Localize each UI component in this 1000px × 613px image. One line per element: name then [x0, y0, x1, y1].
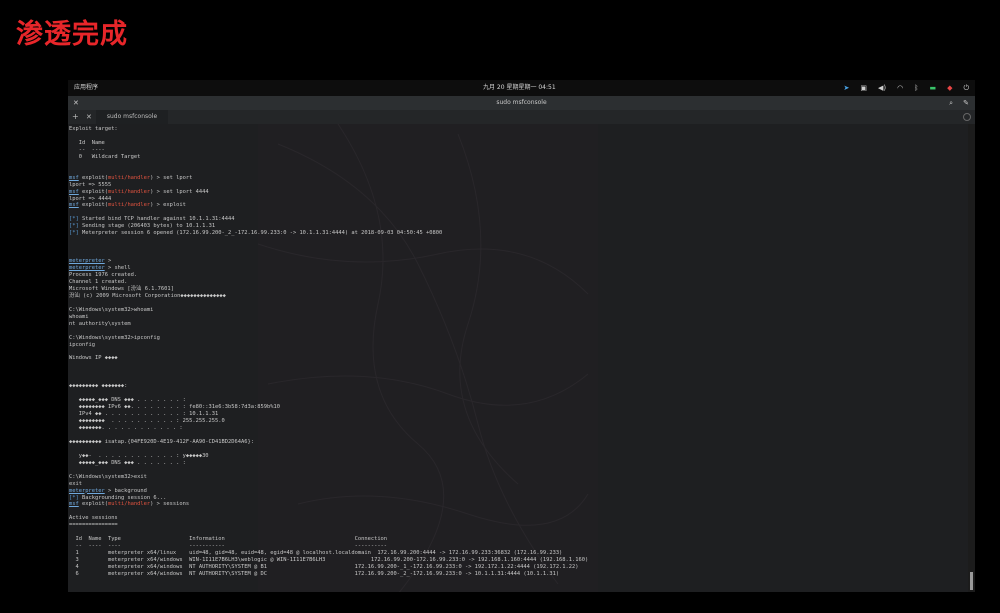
- wifi-icon[interactable]: ◠: [897, 80, 903, 96]
- line: ◆◆◆◆◆◆◆◆ IPv6 ◆◆. . . . . . . . : fe80::…: [69, 404, 280, 411]
- terminal-scrollbar[interactable]: [968, 124, 975, 592]
- line: Channel 1 created.: [69, 278, 128, 285]
- prompt-text: exploit(: [78, 174, 108, 181]
- system-top-bar: 应用程序 九月 20 星期星期一 04:51 ➤ ▣ ◀) ◠ ᛒ ▬ ◆ ⏻: [68, 80, 975, 96]
- module-name: multi/handler: [107, 188, 151, 195]
- line: ◆◆◆◆◆◆◆◆◆ ◆◆◆◆◆◆◆:: [69, 383, 128, 390]
- line: 0 Wildcard Target: [69, 153, 141, 160]
- search-icon[interactable]: ⌕: [949, 96, 953, 110]
- module-name: multi/handler: [107, 174, 151, 181]
- power-icon[interactable]: ⏻: [963, 80, 969, 96]
- prompt-text: exploit(: [78, 188, 108, 195]
- line: 汾汕 (c) 2009 Microsoft Corporation◆◆◆◆◆◆◆…: [69, 292, 226, 299]
- line: Backgrounding session 6...: [78, 494, 167, 501]
- line: Windows IP ◆◆◆◆: [69, 355, 118, 362]
- window-title: sudo msfconsole: [496, 99, 547, 106]
- line: y◆◆- . . . . . . . . . . . . : y◆◆◆◆◆30: [69, 452, 209, 459]
- line: nt authority\system: [69, 320, 131, 327]
- volume-icon[interactable]: ◀): [878, 80, 886, 96]
- line: Process 1976 created.: [69, 272, 138, 279]
- meterpreter-prompt: meterpreter: [69, 258, 105, 265]
- line: ◆◆◆◆◆_◆◆◆ DNS ◆◆◆ . . . . . . . :: [69, 459, 186, 466]
- table-row: 1 meterpreter x64/linux uid=48, gid=48, …: [69, 550, 563, 557]
- module-name: multi/handler: [107, 202, 151, 209]
- line: exit: [69, 480, 82, 487]
- line: ◆◆◆◆◆◆◆◆ . . . . . . . . . . : 255.255.2…: [69, 418, 225, 425]
- msfconsole-output: Exploit target: Id Name -- ---- 0 Wildca…: [68, 124, 968, 592]
- table-row: 6 meterpreter x64/windows NT AUTHORITY\S…: [69, 571, 560, 577]
- sessions-table-header: Id Name Type Information Connection: [69, 536, 388, 543]
- command: > set lport: [153, 174, 193, 181]
- status-marker: [*]: [69, 230, 79, 237]
- tab-msfconsole[interactable]: sudo msfconsole: [96, 110, 168, 124]
- line: Sending stage (206403 bytes) to 10.1.1.3…: [78, 223, 216, 230]
- sessions-heading: Active sessions: [69, 515, 118, 522]
- line: lport => 4444: [69, 195, 112, 202]
- meterpreter-prompt: meterpreter: [69, 265, 105, 272]
- command: > background: [104, 487, 147, 494]
- status-marker: [*]: [69, 223, 79, 230]
- line: C:\Windows\system32>whoami: [69, 306, 154, 313]
- notification-icon[interactable]: ◆: [947, 80, 952, 96]
- desktop-screenshot: 应用程序 九月 20 星期星期一 04:51 ➤ ▣ ◀) ◠ ᛒ ▬ ◆ ⏻ …: [68, 80, 975, 592]
- telegram-icon[interactable]: ➤: [844, 80, 850, 96]
- line: Exploit target:: [69, 126, 118, 132]
- line: ◆◆◆◆◆◆◆◆◆◆ isatap.{04FE920D-4E19-412F-AA…: [69, 438, 254, 445]
- line: ipconfig: [69, 341, 95, 348]
- command: > exploit: [153, 202, 186, 209]
- table-row: 3 meterpreter x64/windows WIN-1I11E7B6LH…: [69, 557, 589, 564]
- bluetooth-icon[interactable]: ᛒ: [914, 80, 918, 96]
- scrollbar-thumb[interactable]: [970, 572, 973, 590]
- line: Meterpreter session 6 opened (172.16.99.…: [78, 230, 443, 237]
- close-tab-icon[interactable]: ✕: [86, 110, 92, 124]
- msf-prompt: msf: [69, 501, 79, 508]
- line: whoami: [69, 313, 89, 320]
- command: > sessions: [153, 501, 190, 508]
- line: ◆◆◆◆◆◆◆. . . . . . . . . . . . :: [69, 424, 183, 431]
- line: C:\Windows\system32>exit: [69, 473, 147, 480]
- line: ===============: [69, 522, 118, 529]
- module-name: multi/handler: [107, 501, 151, 508]
- meterpreter-prompt: meterpreter: [69, 487, 105, 494]
- battery-icon[interactable]: ▬: [929, 80, 936, 96]
- line: -- ---- ---- ----------- ----------: [69, 543, 388, 550]
- line: -- ----: [69, 146, 105, 153]
- msf-prompt: msf: [69, 188, 79, 195]
- status-marker: [*]: [69, 216, 79, 223]
- applications-menu[interactable]: 应用程序: [74, 80, 98, 96]
- line: ◆◆◆◆◆_◆◆◆ DNS ◆◆◆ . . . . . . . :: [69, 397, 186, 404]
- prompt-text: exploit(: [78, 202, 108, 209]
- system-tray: ➤ ▣ ◀) ◠ ᛒ ▬ ◆ ⏻: [844, 80, 970, 96]
- prompt-text: exploit(: [78, 501, 108, 508]
- window-titlebar: ✕ sudo msfconsole ⌕ ✎: [68, 96, 975, 110]
- line: Id Name: [69, 139, 105, 146]
- line: C:\Windows\system32>ipconfig: [69, 334, 160, 341]
- line: Microsoft Windows [汾汕 6.1.7601]: [69, 285, 174, 292]
- page-caption: 渗透完成: [16, 19, 128, 50]
- command: > set lport 4444: [153, 188, 209, 195]
- line: Started bind TCP handler against 10.1.1.…: [78, 216, 235, 223]
- command: >: [104, 258, 112, 265]
- line: lport => 5555: [69, 181, 112, 188]
- pin-icon[interactable]: ✎: [963, 96, 969, 110]
- table-row: 4 meterpreter x64/windows NT AUTHORITY\S…: [69, 564, 579, 571]
- msf-prompt: msf: [69, 202, 79, 209]
- line: IPv4 ◆◆ . . . . . . . . . . . . : 10.1.1…: [69, 411, 219, 418]
- command: > shell: [104, 265, 131, 272]
- msf-prompt: msf: [69, 174, 79, 181]
- tab-bar: + ✕ sudo msfconsole: [68, 110, 975, 124]
- status-marker: [*]: [69, 494, 79, 501]
- new-tab-icon[interactable]: +: [72, 110, 79, 124]
- terminal-area[interactable]: Exploit target: Id Name -- ---- 0 Wildca…: [68, 124, 968, 592]
- tab-status-icon: [963, 113, 971, 121]
- clock[interactable]: 九月 20 星期星期一 04:51: [483, 80, 556, 96]
- bag-icon[interactable]: ▣: [860, 80, 867, 96]
